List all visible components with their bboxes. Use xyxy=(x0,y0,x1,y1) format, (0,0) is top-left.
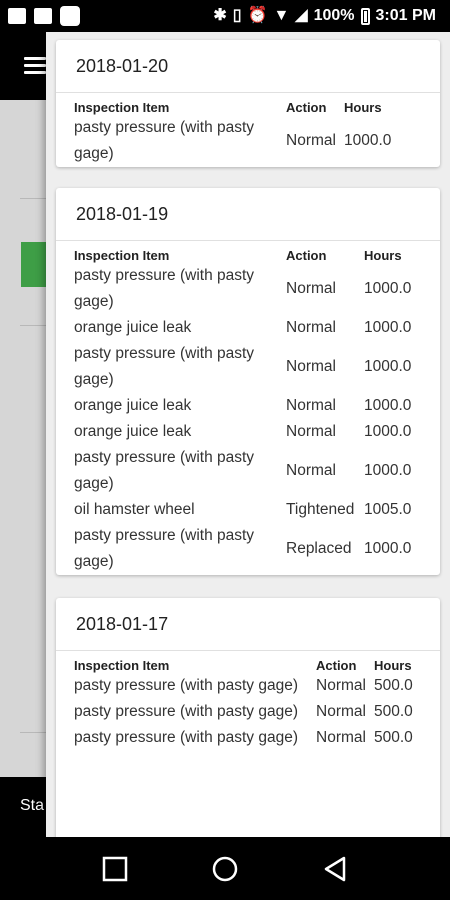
header-hours: Hours xyxy=(374,657,412,673)
row-item: pasty pressure (with pasty gage) xyxy=(74,729,298,746)
row-hours: 1000.0 xyxy=(364,397,412,414)
inspection-card: 2018-01-17 Inspection Item Action Hours … xyxy=(56,598,440,837)
table-row: pasty pressure (with pasty gage) Normal … xyxy=(74,341,424,393)
row-hours: 1000.0 xyxy=(364,540,412,557)
inspection-card: 2018-01-20 Inspection Item Action Hours … xyxy=(56,40,440,167)
row-hours: 1000.0 xyxy=(364,319,412,336)
table-row: oil hamster wheel Tightened 1005.0 xyxy=(74,497,424,523)
menu-icon[interactable] xyxy=(24,57,46,75)
row-item: pasty pressure (with pasty gage) xyxy=(74,345,255,388)
row-action: Replaced xyxy=(286,540,352,557)
row-action: Normal xyxy=(286,462,336,479)
app-icon xyxy=(60,6,80,26)
table-row: pasty pressure (with pasty gage) Normal … xyxy=(74,673,434,699)
battery-icon xyxy=(360,7,370,25)
header-action: Action xyxy=(286,99,327,115)
row-action: Normal xyxy=(316,729,366,746)
home-icon xyxy=(212,856,238,881)
row-hours: 1000.0 xyxy=(364,423,412,440)
table-row: pasty pressure (with pasty gage) Normal … xyxy=(74,115,404,167)
table-row: orange juice leak Normal 1000.0 xyxy=(74,419,424,445)
card-date: 2018-01-19 xyxy=(56,188,440,241)
wifi-icon: ▼ xyxy=(273,7,290,24)
row-hours: 1000.0 xyxy=(364,280,412,297)
inspection-card: 2018-01-19 Inspection Item Action Hours … xyxy=(56,188,440,575)
row-hours: 500.0 xyxy=(374,677,413,694)
row-item: orange juice leak xyxy=(74,319,192,336)
alarm-icon: ⏰ xyxy=(247,7,268,24)
row-hours: 1000.0 xyxy=(344,132,392,149)
card-date: 2018-01-20 xyxy=(56,40,440,93)
inspection-table: Inspection Item Action Hours pasty press… xyxy=(74,655,434,751)
back-button[interactable] xyxy=(315,849,355,889)
row-hours: 1000.0 xyxy=(364,462,412,479)
recents-icon xyxy=(102,856,128,881)
inspection-table: Inspection Item Action Hours pasty press… xyxy=(74,97,404,167)
row-hours: 1005.0 xyxy=(364,501,412,518)
row-item: pasty pressure (with pasty gage) xyxy=(74,449,255,492)
table-row: pasty pressure (with pasty gage) Normal … xyxy=(74,445,424,497)
row-action: Normal xyxy=(286,397,336,414)
table-header: Inspection Item Action Hours xyxy=(74,655,434,673)
row-action: Normal xyxy=(286,319,336,336)
row-item: pasty pressure (with pasty gage) xyxy=(74,119,255,162)
inspection-table: Inspection Item Action Hours pasty press… xyxy=(74,245,424,575)
table-row: orange juice leak Normal 1000.0 xyxy=(74,393,424,419)
row-action: Normal xyxy=(286,132,336,149)
vibrate-icon: ▯ xyxy=(232,7,242,24)
header-hours: Hours xyxy=(364,247,402,263)
row-hours: 500.0 xyxy=(374,729,413,746)
row-item: pasty pressure (with pasty gage) xyxy=(74,267,255,310)
row-action: Normal xyxy=(316,677,366,694)
message-icon xyxy=(34,8,52,24)
row-item: pasty pressure (with pasty gage) xyxy=(74,527,255,570)
row-hours: 1000.0 xyxy=(364,358,412,375)
row-action: Normal xyxy=(286,358,336,375)
row-item: pasty pressure (with pasty gage) xyxy=(74,703,298,720)
row-item: orange juice leak xyxy=(74,397,192,414)
header-item: Inspection Item xyxy=(74,657,170,673)
table-row: pasty pressure (with pasty gage) Replace… xyxy=(74,523,424,575)
battery-percent: 100% xyxy=(313,7,355,24)
system-navigation-bar xyxy=(0,837,450,900)
row-item: oil hamster wheel xyxy=(74,501,195,518)
row-hours: 500.0 xyxy=(374,703,413,720)
home-button[interactable] xyxy=(205,849,245,889)
recents-button[interactable] xyxy=(95,849,135,889)
table-row: pasty pressure (with pasty gage) Normal … xyxy=(74,263,424,315)
table-row: pasty pressure (with pasty gage) Normal … xyxy=(74,725,434,751)
bluetooth-icon: ✱ xyxy=(213,7,227,24)
row-action: Tightened xyxy=(286,501,355,518)
table-row: pasty pressure (with pasty gage) Normal … xyxy=(74,699,434,725)
card-date: 2018-01-17 xyxy=(56,598,440,651)
row-item: orange juice leak xyxy=(74,423,192,440)
clock: 3:01 PM xyxy=(375,7,436,24)
table-header: Inspection Item Action Hours xyxy=(74,245,424,263)
table-row: orange juice leak Normal 1000.0 xyxy=(74,315,424,341)
table-header: Inspection Item Action Hours xyxy=(74,97,404,115)
row-action: Normal xyxy=(286,423,336,440)
background-bottom-text: Sta xyxy=(20,797,45,814)
header-action: Action xyxy=(316,657,357,673)
image-icon xyxy=(8,8,26,24)
back-icon xyxy=(324,856,346,881)
header-hours: Hours xyxy=(344,99,382,115)
header-item: Inspection Item xyxy=(74,247,170,263)
header-action: Action xyxy=(286,247,327,263)
inspection-history-drawer[interactable]: 2018-01-20 Inspection Item Action Hours … xyxy=(46,32,450,837)
header-item: Inspection Item xyxy=(74,99,170,115)
row-item: pasty pressure (with pasty gage) xyxy=(74,677,298,694)
row-action: Normal xyxy=(286,280,336,297)
status-bar: ✱ ▯ ⏰ ▼ ◢ 100% 3:01 PM xyxy=(0,0,450,32)
row-action: Normal xyxy=(316,703,366,720)
signal-icon: ◢ xyxy=(295,7,308,24)
